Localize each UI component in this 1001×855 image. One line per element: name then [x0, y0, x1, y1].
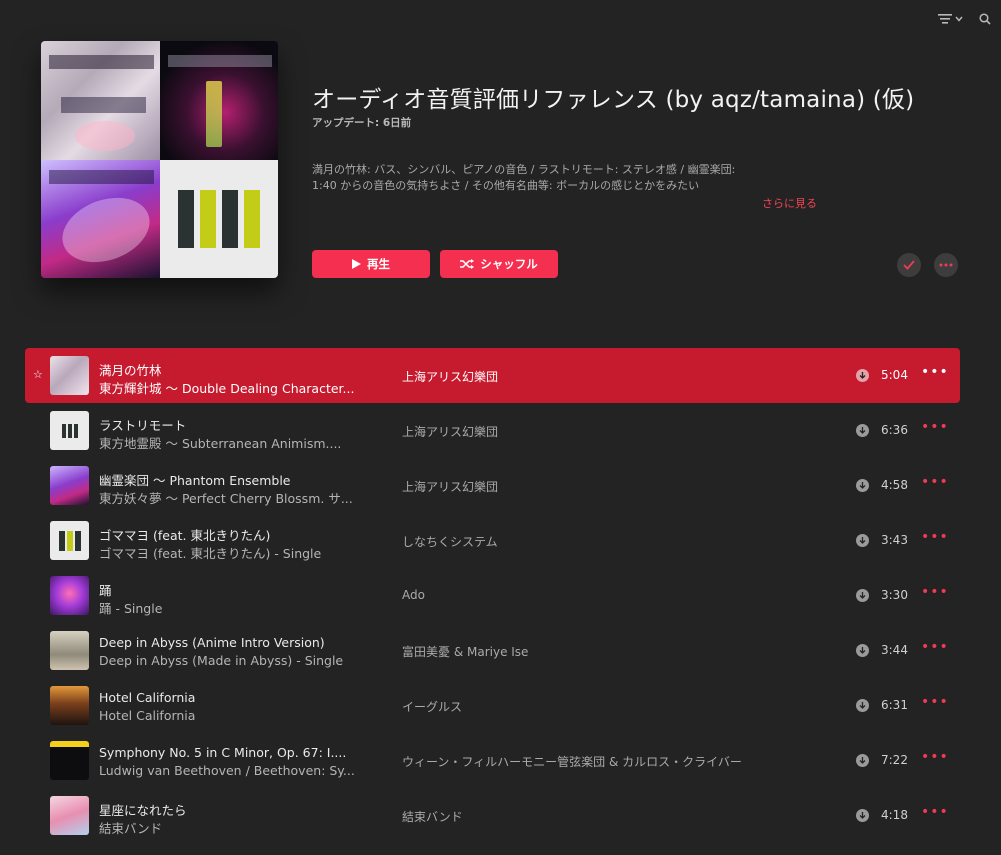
track-album[interactable]: ゴママヨ (feat. 東北きりたん) - Single: [99, 543, 321, 562]
download-icon[interactable]: [856, 589, 869, 602]
track-name: Hotel California: [99, 690, 196, 705]
track-artwork: [50, 521, 89, 560]
track-row[interactable]: Deep in Abyss (Anime Intro Version) Deep…: [25, 623, 960, 678]
download-icon[interactable]: [856, 754, 869, 767]
play-button[interactable]: 再生: [312, 250, 430, 278]
track-artwork: [50, 356, 89, 395]
track-artist[interactable]: 上海アリス幻樂団: [402, 423, 498, 440]
track-duration: 4:18: [881, 808, 908, 822]
play-icon: [352, 259, 361, 269]
track-name: 満月の竹林: [99, 363, 162, 378]
track-artist[interactable]: しなちくシステム: [402, 533, 498, 550]
download-icon[interactable]: [856, 369, 869, 382]
track-album[interactable]: 東方地霊殿 〜 Subterranean Animism....: [99, 433, 341, 452]
download-icon[interactable]: [856, 424, 869, 437]
see-more-link[interactable]: さらに見る: [762, 195, 817, 211]
track-duration: 6:31: [881, 698, 908, 712]
track-artwork: [50, 576, 89, 615]
track-artwork: [50, 796, 89, 835]
track-duration: 3:44: [881, 643, 908, 657]
sort-menu-button[interactable]: [938, 14, 963, 24]
track-artist[interactable]: 上海アリス幻樂団: [402, 478, 498, 495]
track-name: Symphony No. 5 in C Minor, Op. 67: I....: [99, 745, 347, 760]
track-artwork: [50, 466, 89, 505]
track-row[interactable]: Hotel California Hotel California イーグルス …: [25, 678, 960, 733]
added-to-library-button[interactable]: [897, 253, 921, 277]
cover-art-perfect-cherry-blossom: [41, 159, 160, 278]
playlist-more-button[interactable]: [934, 253, 958, 277]
download-icon[interactable]: [856, 699, 869, 712]
track-duration: 6:36: [881, 423, 908, 437]
track-row[interactable]: 踊 踊 - Single Ado 3:30 •••: [25, 568, 960, 623]
search-button[interactable]: [979, 13, 991, 25]
track-row[interactable]: ラストリモート 東方地霊殿 〜 Subterranean Animism....…: [25, 403, 960, 458]
playlist-cover-collage: [41, 41, 278, 278]
track-row[interactable]: ☆ 満月の竹林 東方輝針城 〜 Double Dealing Character…: [25, 348, 960, 403]
top-toolbar: [938, 10, 991, 28]
track-artwork: [50, 741, 89, 780]
track-more-button[interactable]: •••: [921, 639, 949, 655]
track-artwork: [50, 631, 89, 670]
track-name: 踊: [99, 583, 112, 598]
track-row[interactable]: 星座になれたら 結束バンド 結束バンド 4:18 •••: [25, 788, 960, 843]
playlist-description: 満月の竹林: バス、シンバル、ピアノの音色 / ラストリモート: ステレオ感 /…: [312, 163, 736, 192]
track-album[interactable]: 結束バンド: [99, 818, 162, 837]
track-artist[interactable]: 富田美憂 & Mariye Ise: [402, 643, 528, 660]
track-artist[interactable]: イーグルス: [402, 698, 462, 715]
star-icon[interactable]: ☆: [33, 368, 43, 381]
track-more-button[interactable]: •••: [921, 749, 949, 765]
track-album[interactable]: 東方妖々夢 〜 Perfect Cherry Blossm. サ...: [99, 488, 353, 507]
chevron-down-icon: [955, 16, 963, 22]
play-button-label: 再生: [367, 257, 390, 271]
track-duration: 5:04: [881, 368, 908, 382]
track-artwork: [50, 411, 89, 450]
track-row[interactable]: Symphony No. 5 in C Minor, Op. 67: I....…: [25, 733, 960, 788]
track-name: 星座になれたら: [99, 803, 187, 818]
track-artwork: [50, 686, 89, 725]
track-more-button[interactable]: •••: [921, 529, 949, 545]
track-more-button[interactable]: •••: [921, 804, 949, 820]
track-row[interactable]: ゴママヨ (feat. 東北きりたん) ゴママヨ (feat. 東北きりたん) …: [25, 513, 960, 568]
track-album[interactable]: Deep in Abyss (Made in Abyss) - Single: [99, 653, 343, 668]
track-artist[interactable]: 結束バンド: [402, 808, 463, 825]
cover-art-double-dealing-character: [41, 41, 160, 160]
track-name: 幽霊楽団 〜 Phantom Ensemble: [99, 473, 291, 488]
download-icon[interactable]: [856, 479, 869, 492]
track-album[interactable]: Hotel California: [99, 708, 195, 723]
track-album[interactable]: 東方輝針城 〜 Double Dealing Character...: [99, 378, 354, 397]
download-icon[interactable]: [856, 644, 869, 657]
shuffle-button-label: シャッフル: [480, 257, 538, 271]
track-more-button[interactable]: •••: [921, 419, 949, 435]
shuffle-button[interactable]: シャッフル: [440, 250, 558, 278]
check-icon: [903, 260, 915, 270]
track-name: Deep in Abyss (Anime Intro Version): [99, 635, 325, 650]
cover-art-subterranean-animism: [159, 41, 278, 160]
track-row[interactable]: 幽霊楽団 〜 Phantom Ensemble 東方妖々夢 〜 Perfect …: [25, 458, 960, 513]
search-icon: [979, 13, 991, 25]
shuffle-icon: [460, 259, 475, 269]
track-more-button[interactable]: •••: [921, 364, 949, 380]
track-duration: 4:58: [881, 478, 908, 492]
track-list: ☆ 満月の竹林 東方輝針城 〜 Double Dealing Character…: [25, 348, 960, 843]
track-album[interactable]: Ludwig van Beethoven / Beethoven: Sy...: [99, 763, 355, 778]
track-artist[interactable]: Ado: [402, 588, 425, 602]
track-artist[interactable]: ウィーン・フィルハーモニー管弦楽団 & カルロス・クライバー: [402, 753, 742, 770]
track-artist[interactable]: 上海アリス幻樂団: [402, 368, 498, 385]
track-duration: 3:43: [881, 533, 908, 547]
download-icon[interactable]: [856, 534, 869, 547]
cover-art-gomamayo: [159, 159, 278, 278]
track-duration: 3:30: [881, 588, 908, 602]
more-dots-icon: [939, 263, 953, 267]
track-name: ラストリモート: [99, 418, 187, 433]
track-more-button[interactable]: •••: [921, 474, 949, 490]
track-album[interactable]: 踊 - Single: [99, 598, 162, 617]
sort-lines-icon: [938, 14, 952, 24]
track-more-button[interactable]: •••: [921, 694, 949, 710]
track-name: ゴママヨ (feat. 東北きりたん): [99, 528, 271, 543]
playlist-title: オーディオ音質評価リファレンス (by aqz/tamaina) (仮): [312, 87, 915, 113]
updated-label: アップデート: 6日前: [312, 117, 412, 129]
track-more-button[interactable]: •••: [921, 584, 949, 600]
track-duration: 7:22: [881, 753, 908, 767]
download-icon[interactable]: [856, 809, 869, 822]
